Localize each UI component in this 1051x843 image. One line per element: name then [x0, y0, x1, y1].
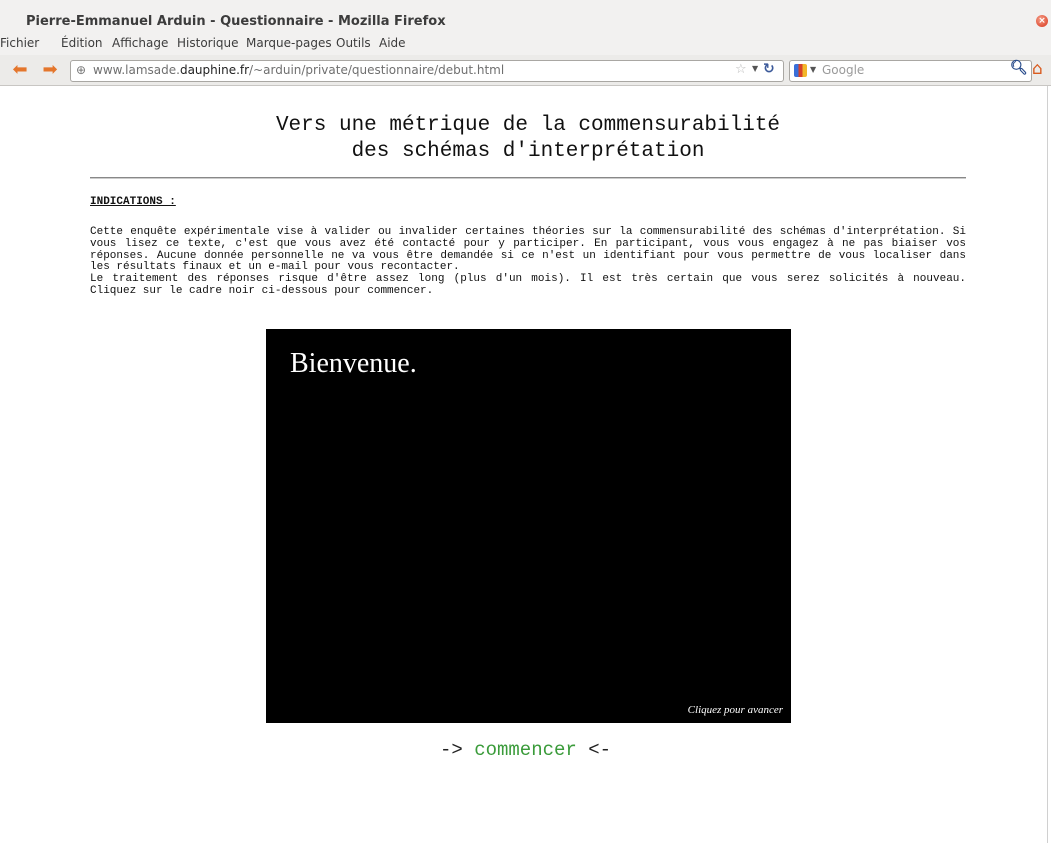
- search-bar[interactable]: ▼ Google: [789, 60, 1032, 82]
- menu-bar: Fichier Édition Affichage Historique Mar…: [0, 35, 1051, 55]
- black-start-frame[interactable]: Bienvenue. Cliquez pour avancer: [266, 329, 791, 723]
- bookmark-star-icon[interactable]: ☆: [735, 62, 747, 77]
- navigation-toolbar: ⬅ ➡ ⊕ www.lamsade.dauphine.fr/~arduin/pr…: [0, 55, 1051, 86]
- back-arrow-icon[interactable]: ⬅: [10, 60, 30, 80]
- reload-icon[interactable]: ↻: [763, 61, 775, 77]
- home-icon[interactable]: ⌂: [1032, 59, 1043, 79]
- url-suffix: /~arduin/private/questionnaire/debut.htm…: [249, 63, 505, 77]
- menu-marque-pages[interactable]: Marque-pages: [246, 36, 332, 50]
- menu-affichage[interactable]: Affichage: [112, 36, 168, 50]
- menu-outils[interactable]: Outils: [336, 36, 371, 50]
- menu-edition[interactable]: Édition: [61, 36, 103, 50]
- page-title-line1: Vers une métrique de la commensurabilité: [275, 114, 781, 137]
- start-prefix: ->: [439, 739, 463, 761]
- welcome-text: Bienvenue.: [290, 348, 417, 379]
- start-link[interactable]: commencer: [474, 739, 577, 761]
- start-suffix: <-: [588, 739, 612, 761]
- menu-historique[interactable]: Historique: [177, 36, 239, 50]
- menu-aide[interactable]: Aide: [379, 36, 406, 50]
- url-domain: dauphine.fr: [179, 63, 250, 77]
- horizontal-divider: [90, 177, 966, 179]
- history-dropdown-icon[interactable]: ▼: [752, 64, 758, 73]
- scrollbar-edge[interactable]: [1047, 86, 1048, 843]
- search-engine-dropdown-icon[interactable]: ▼: [810, 65, 816, 74]
- start-line: -> commencer <-: [0, 739, 1051, 761]
- intro-paragraph-2: Le traitement des réponses risque d'être…: [90, 273, 966, 297]
- page-title-line2: des schémas d'interprétation: [351, 140, 705, 163]
- url-text[interactable]: www.lamsade.dauphine.fr/~arduin/private/…: [93, 63, 504, 77]
- url-prefix: www.lamsade.: [93, 63, 180, 77]
- intro-paragraph-1: Cette enquête expérimentale vise à valid…: [90, 226, 966, 274]
- close-window-icon[interactable]: ×: [1036, 15, 1048, 27]
- indications-heading: INDICATIONS :: [90, 196, 176, 208]
- window-title: Pierre-Emmanuel Arduin - Questionnaire -…: [26, 14, 446, 29]
- page-title: Vers une métrique de la commensurabilité…: [90, 113, 966, 165]
- window-titlebar: Pierre-Emmanuel Arduin - Questionnaire -…: [0, 0, 1051, 35]
- page-content: Vers une métrique de la commensurabilité…: [0, 86, 1051, 843]
- search-placeholder: Google: [822, 63, 865, 77]
- advance-hint: Cliquez pour avancer: [687, 704, 783, 716]
- forward-arrow-icon[interactable]: ➡: [40, 60, 60, 80]
- google-logo-icon[interactable]: [794, 64, 807, 77]
- search-magnifier-icon[interactable]: 🔍︎: [1010, 60, 1028, 76]
- intro-text: Cette enquête expérimentale vise à valid…: [90, 226, 966, 298]
- menu-fichier[interactable]: Fichier: [0, 36, 39, 50]
- globe-icon: ⊕: [76, 63, 87, 77]
- address-bar[interactable]: ⊕ www.lamsade.dauphine.fr/~arduin/privat…: [70, 60, 784, 82]
